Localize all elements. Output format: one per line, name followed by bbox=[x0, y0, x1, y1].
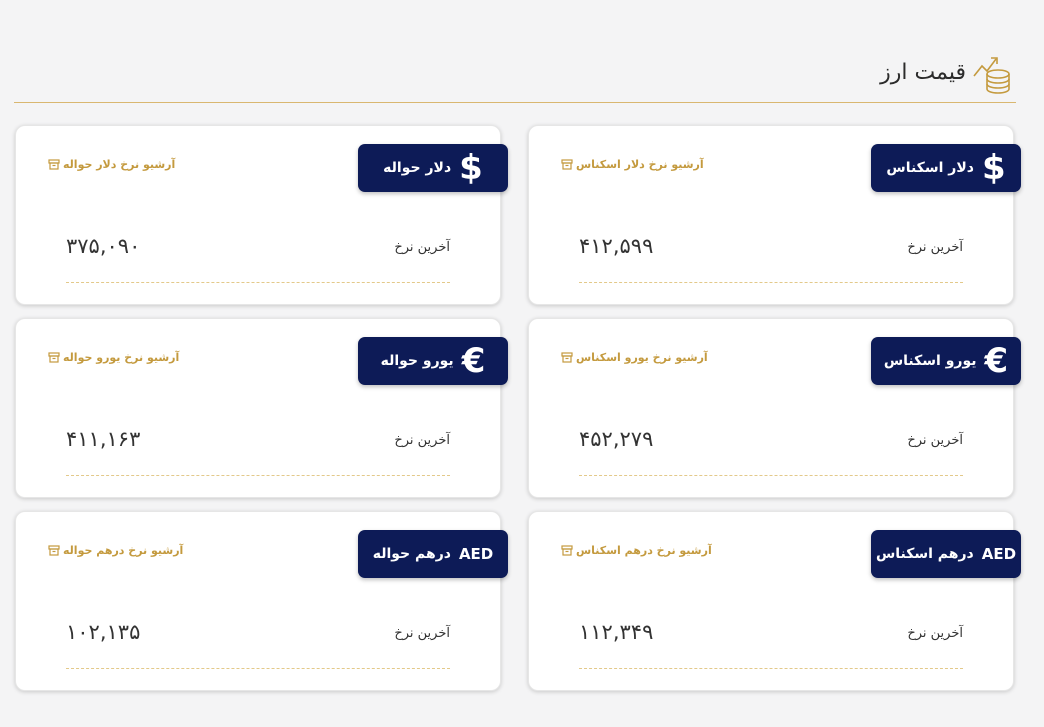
last-rate-label: آخرین نرخ bbox=[394, 240, 450, 255]
aed-icon: AED bbox=[981, 544, 1017, 563]
rate-card-usd-cash: $ دلار اسکناس آرشیو نرخ دلار اسکناس آخری… bbox=[528, 125, 1021, 305]
rate-value: ۴۱۱,۱۶۳ bbox=[66, 427, 141, 451]
archive-box-icon bbox=[48, 159, 60, 170]
archive-link-label: آرشیو نرخ یورو اسکناس bbox=[576, 351, 708, 364]
currency-badge[interactable]: € یورو حواله bbox=[358, 337, 508, 385]
rate-card-aed-transfer: AED درهم حواله آرشیو نرخ درهم حواله آخری… bbox=[15, 511, 508, 691]
divider bbox=[66, 282, 450, 283]
last-rate-label: آخرین نرخ bbox=[394, 433, 450, 448]
dollar-icon: $ bbox=[459, 148, 483, 188]
coins-chart-icon bbox=[973, 57, 1010, 94]
last-rate-label: آخرین نرخ bbox=[907, 626, 963, 641]
archive-box-icon bbox=[561, 352, 573, 363]
archive-link-label: آرشیو نرخ درهم اسکناس bbox=[576, 544, 712, 557]
rate-value: ۱۰۲,۱۳۵ bbox=[66, 620, 141, 644]
archive-link[interactable]: آرشیو نرخ یورو حواله bbox=[48, 351, 179, 364]
rate-value: ۱۱۲,۳۴۹ bbox=[579, 620, 654, 644]
last-rate-label: آخرین نرخ bbox=[394, 626, 450, 641]
currency-badge[interactable]: $ دلار اسکناس bbox=[871, 144, 1021, 192]
rate-card-usd-transfer: $ دلار حواله آرشیو نرخ دلار حواله آخرین … bbox=[15, 125, 508, 305]
currency-name: درهم اسکناس bbox=[875, 546, 974, 562]
page-header: قیمت ارز bbox=[14, 44, 1016, 103]
euro-icon: € bbox=[461, 341, 486, 381]
currency-name: دلار حواله bbox=[383, 160, 452, 176]
euro-icon: € bbox=[984, 341, 1009, 381]
currency-name: یورو حواله bbox=[380, 353, 454, 369]
currency-badge[interactable]: AED درهم اسکناس bbox=[871, 530, 1021, 578]
last-rate-label: آخرین نرخ bbox=[907, 240, 963, 255]
archive-link[interactable]: آرشیو نرخ یورو اسکناس bbox=[561, 351, 708, 364]
divider bbox=[66, 668, 450, 669]
divider bbox=[579, 475, 963, 476]
archive-box-icon bbox=[48, 545, 60, 556]
archive-link[interactable]: آرشیو نرخ دلار حواله bbox=[48, 158, 175, 171]
archive-link-label: آرشیو نرخ درهم حواله bbox=[63, 544, 184, 557]
currency-badge[interactable]: $ دلار حواله bbox=[358, 144, 508, 192]
archive-link-label: آرشیو نرخ یورو حواله bbox=[63, 351, 180, 364]
archive-link-label: آرشیو نرخ دلار اسکناس bbox=[576, 158, 704, 171]
rate-card-aed-cash: AED درهم اسکناس آرشیو نرخ درهم اسکناس آخ… bbox=[528, 511, 1021, 691]
currency-name: درهم حواله bbox=[372, 546, 451, 562]
archive-link-label: آرشیو نرخ دلار حواله bbox=[63, 158, 176, 171]
page-title: قیمت ارز bbox=[880, 60, 966, 85]
rate-card-eur-cash: € یورو اسکناس آرشیو نرخ یورو اسکناس آخری… bbox=[528, 318, 1021, 498]
rate-value: ۴۵۲,۲۷۹ bbox=[579, 427, 654, 451]
currency-name: یورو اسکناس bbox=[883, 353, 977, 369]
archive-link[interactable]: آرشیو نرخ درهم اسکناس bbox=[561, 544, 712, 557]
rate-value: ۴۱۲,۵۹۹ bbox=[579, 234, 654, 258]
archive-box-icon bbox=[561, 545, 573, 556]
last-rate-label: آخرین نرخ bbox=[907, 433, 963, 448]
archive-link[interactable]: آرشیو نرخ دلار اسکناس bbox=[561, 158, 704, 171]
divider bbox=[579, 668, 963, 669]
currency-badge[interactable]: AED درهم حواله bbox=[358, 530, 508, 578]
currency-badge[interactable]: € یورو اسکناس bbox=[871, 337, 1021, 385]
divider bbox=[579, 282, 963, 283]
archive-link[interactable]: آرشیو نرخ درهم حواله bbox=[48, 544, 183, 557]
dollar-icon: $ bbox=[981, 148, 1006, 188]
archive-box-icon bbox=[561, 159, 573, 170]
archive-box-icon bbox=[48, 352, 60, 363]
aed-icon: AED bbox=[458, 544, 494, 563]
divider bbox=[66, 475, 450, 476]
currency-name: دلار اسکناس bbox=[886, 160, 974, 176]
rate-value: ۳۷۵,۰۹۰ bbox=[66, 234, 141, 258]
rate-card-eur-transfer: € یورو حواله آرشیو نرخ یورو حواله آخرین … bbox=[15, 318, 508, 498]
